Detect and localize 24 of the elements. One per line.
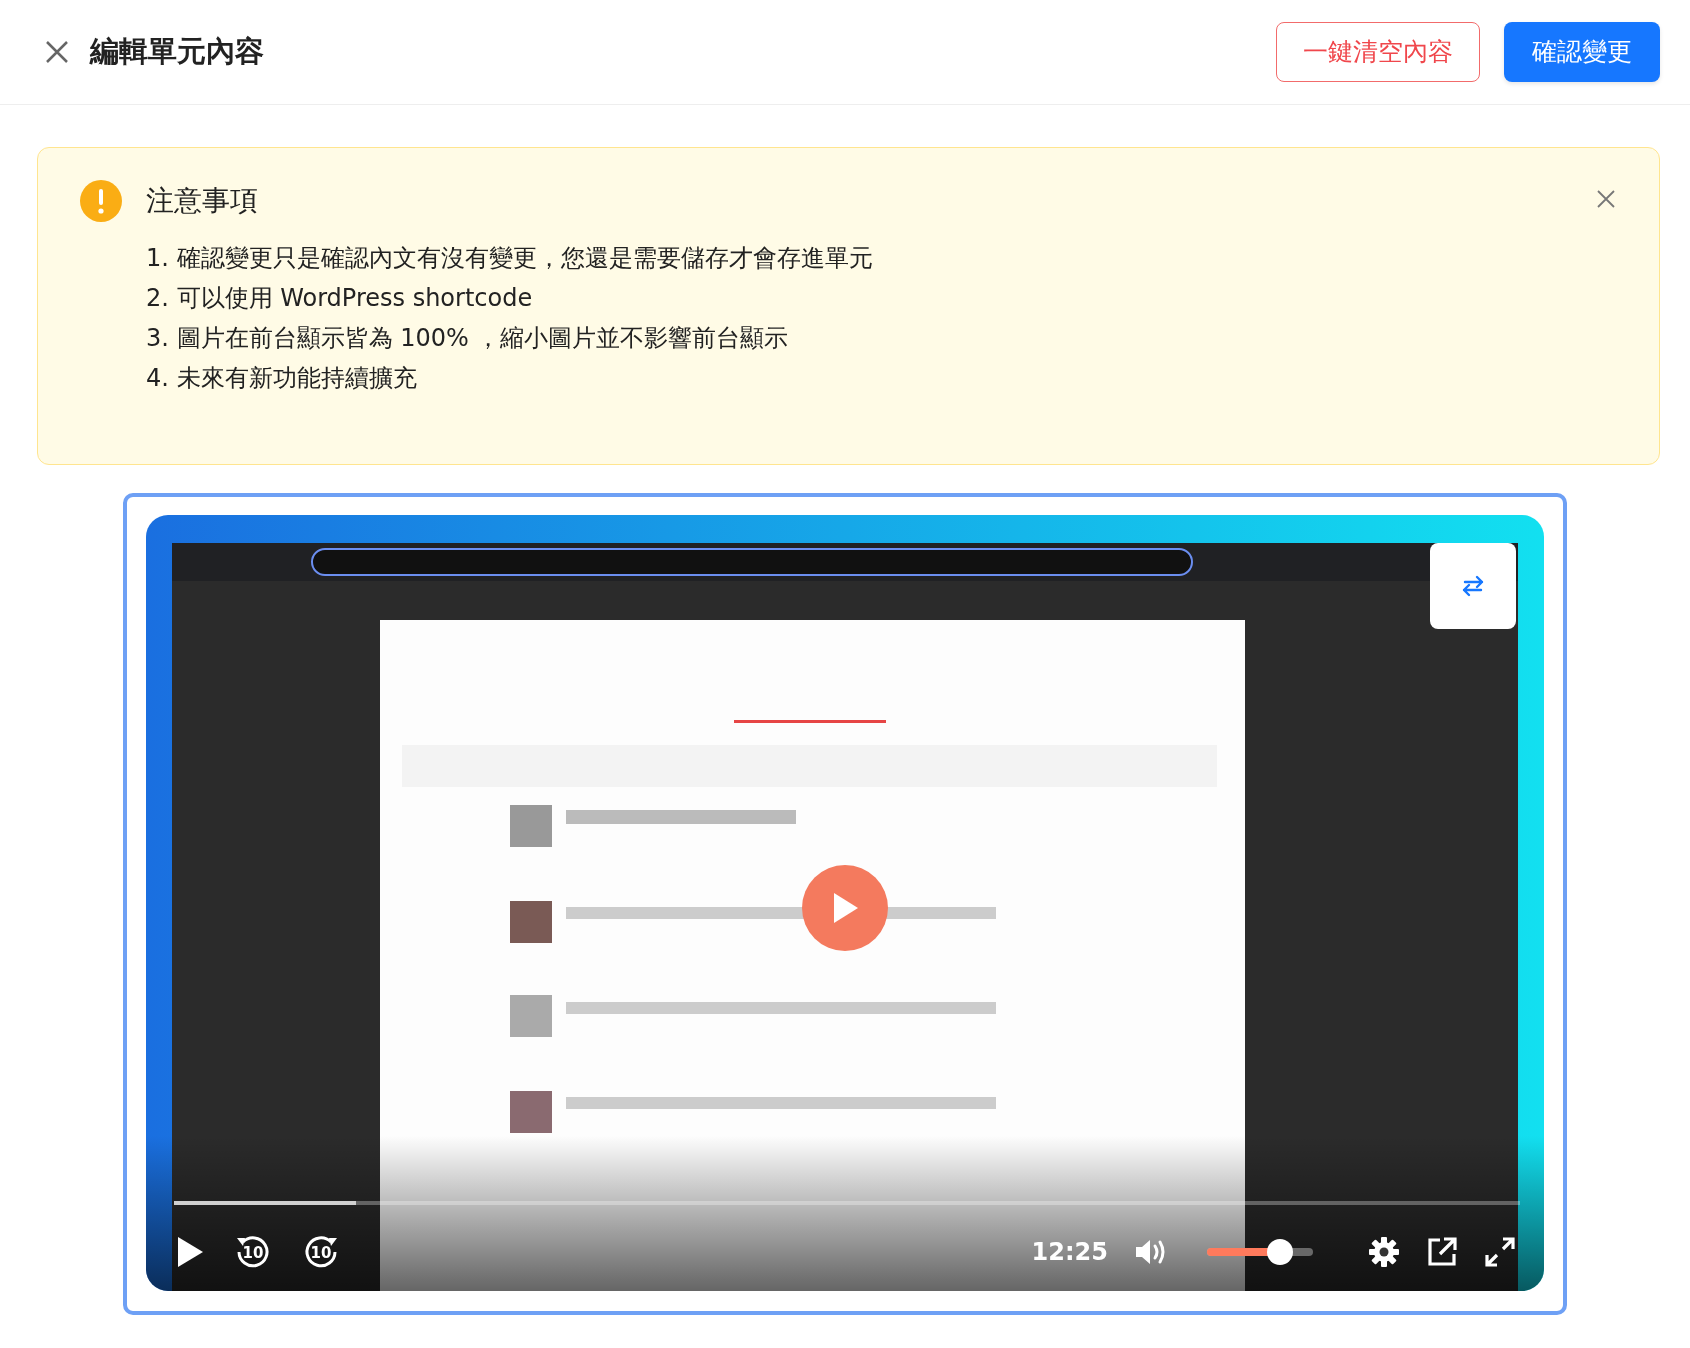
external-link-icon (1426, 1236, 1458, 1268)
confirm-button[interactable]: 確認變更 (1504, 22, 1660, 82)
forward-button[interactable]: 10 (302, 1233, 340, 1271)
warning-icon (80, 180, 122, 222)
notice-item: 4. 未來有新功能持續擴充 (146, 363, 418, 394)
progress-bar[interactable] (174, 1201, 1520, 1205)
settings-icon (1368, 1236, 1400, 1268)
notice-item: 2. 可以使用 WordPress shortcode (146, 283, 534, 314)
play-button[interactable] (176, 1236, 204, 1268)
close-icon (44, 39, 70, 65)
popout-button[interactable] (1426, 1236, 1458, 1268)
notice-item: 3. 圖片在前台顯示皆為 100% ，縮小圖片並不影響前台顯示 (146, 323, 790, 354)
close-icon (1597, 190, 1615, 208)
rewind-button[interactable]: 10 (234, 1233, 272, 1271)
page-title: 編輯單元內容 (90, 33, 264, 71)
fullscreen-button[interactable] (1484, 1236, 1516, 1268)
clear-content-button[interactable]: 一鍵清空內容 (1276, 22, 1480, 82)
notice-title: 注意事項 (146, 183, 258, 219)
play-icon (176, 1236, 204, 1268)
settings-button[interactable] (1368, 1236, 1400, 1268)
swap-button[interactable] (1430, 543, 1516, 629)
notice-item: 1. 確認變更只是確認內文有沒有變更，您還是需要儲存才會存進單元 (146, 243, 874, 274)
fullscreen-icon (1484, 1236, 1516, 1268)
time-label: 12:25 (1031, 1237, 1108, 1268)
